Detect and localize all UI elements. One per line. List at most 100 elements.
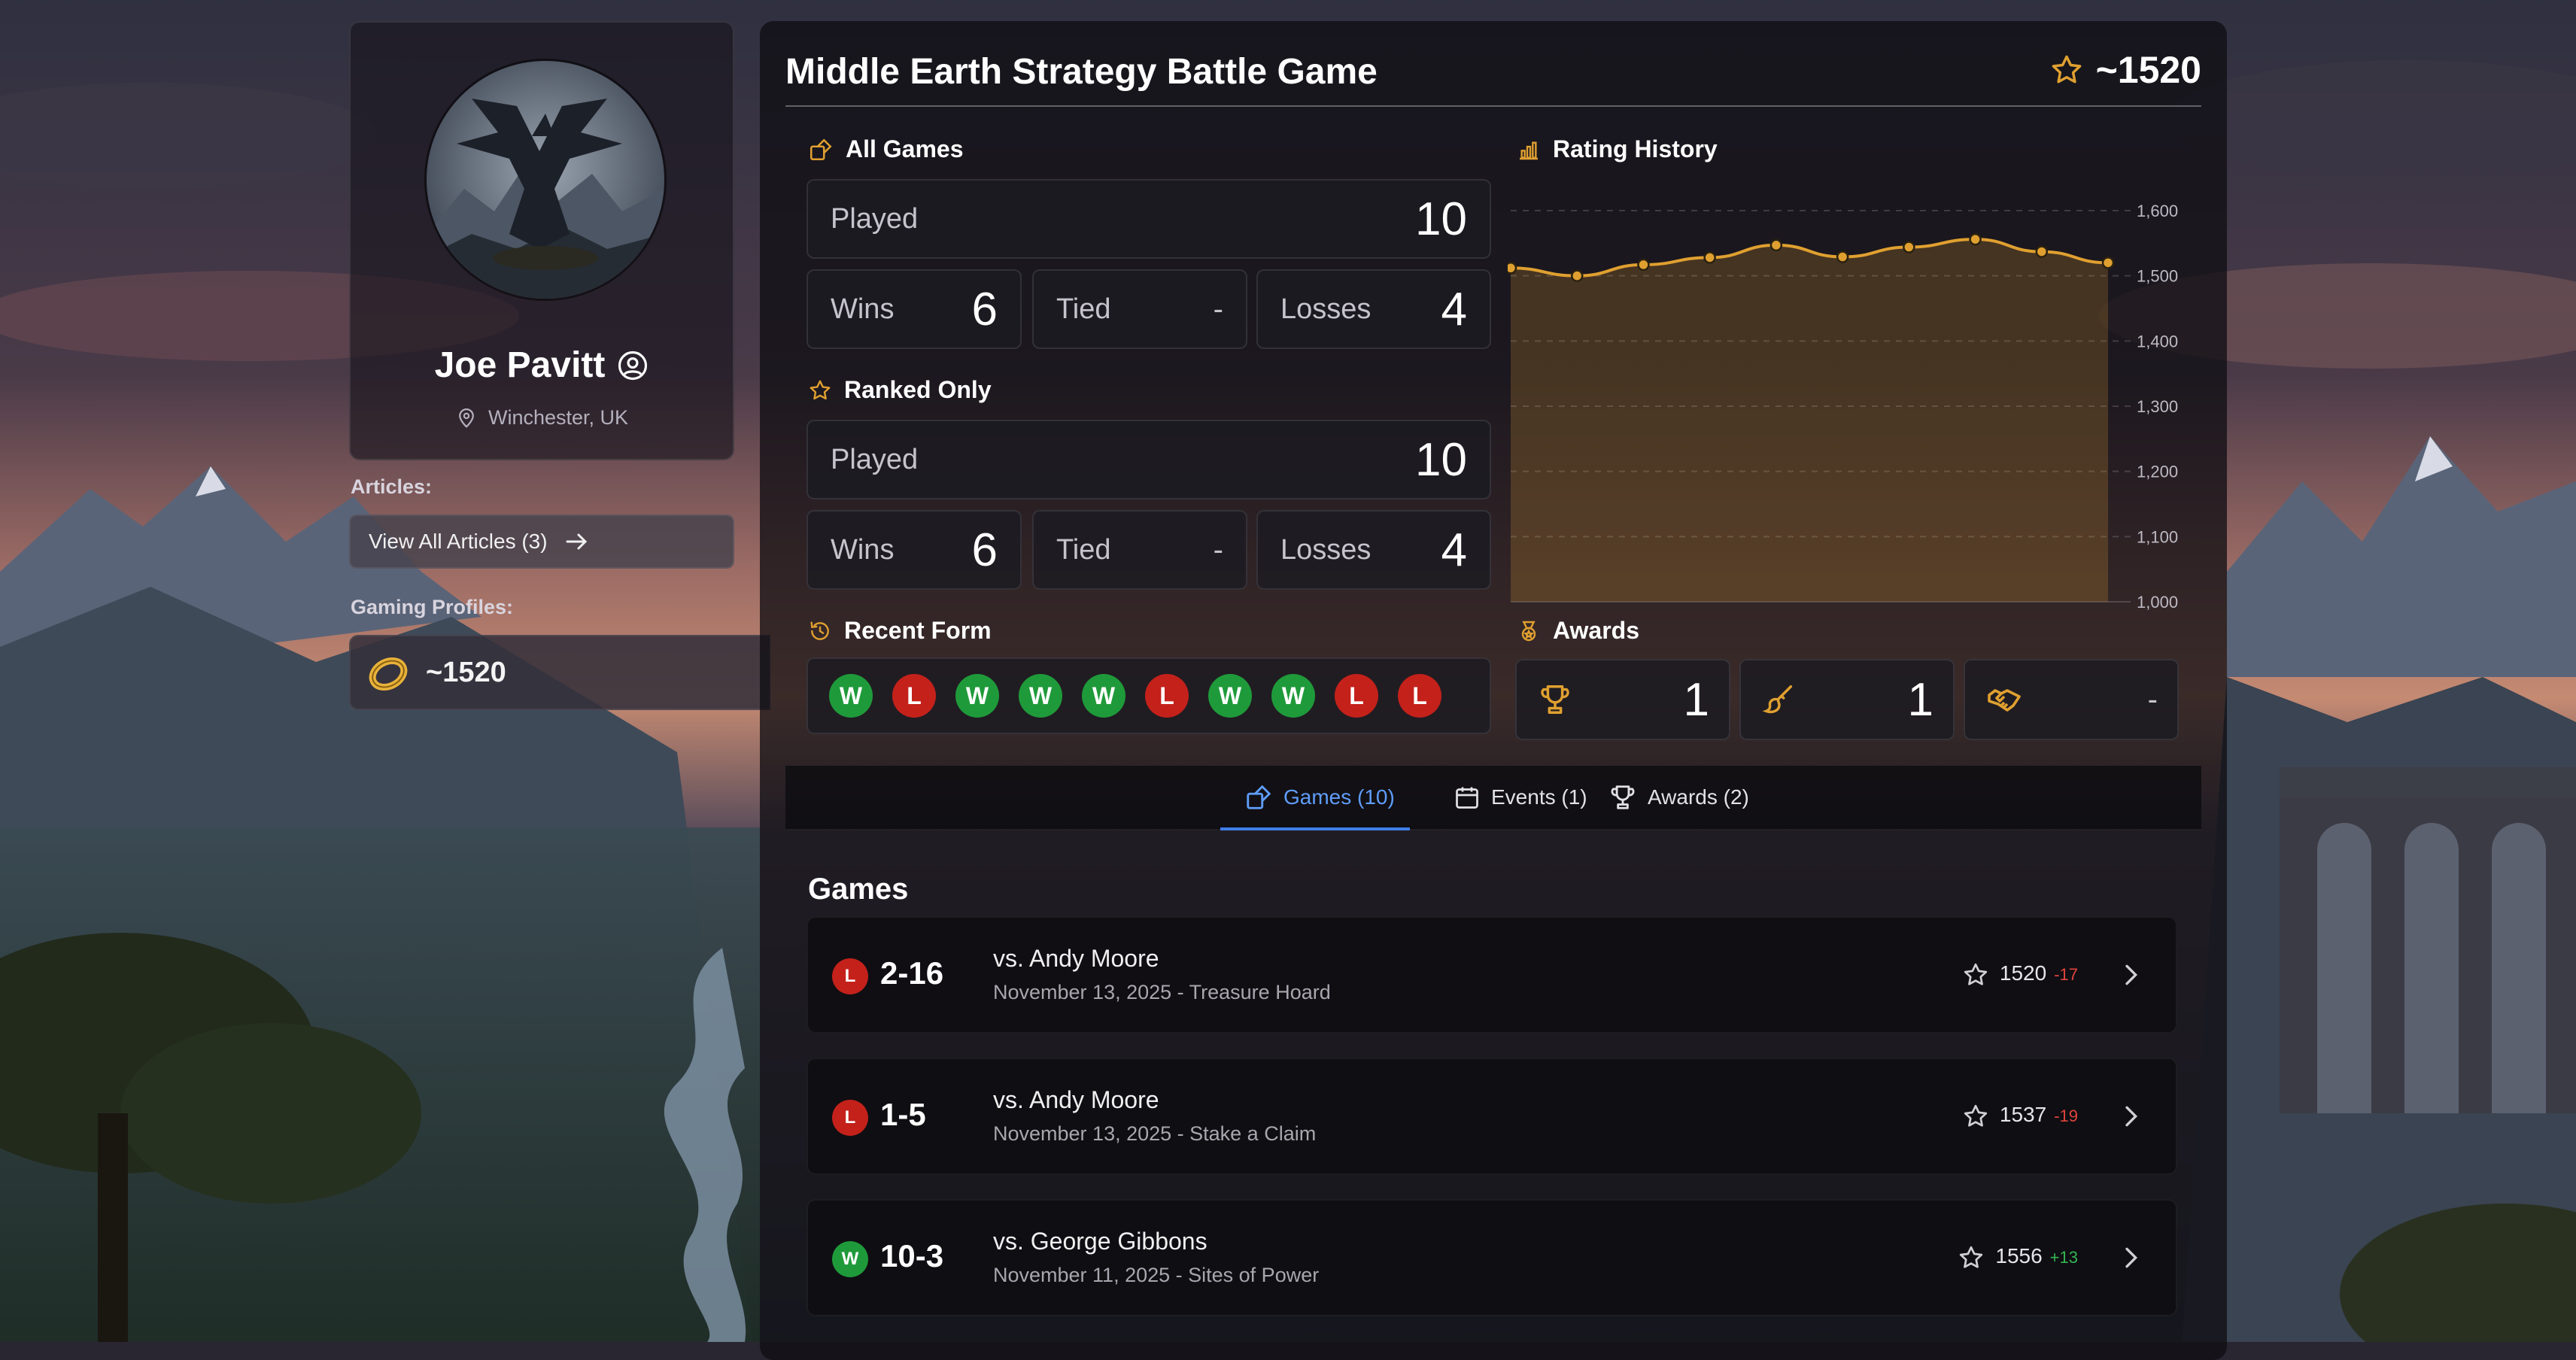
losses-label: Losses bbox=[1280, 293, 1372, 325]
tab-games[interactable]: Games (10) bbox=[1244, 766, 1395, 829]
chart-data-point bbox=[1703, 251, 1716, 264]
game-rating: 1556 +13 bbox=[1958, 1244, 2078, 1271]
game-opponent: vs. Andy Moore bbox=[993, 945, 1159, 972]
chart-data-point bbox=[2101, 257, 2115, 269]
result-badge: L bbox=[832, 958, 868, 994]
tab-bar: Games (10) Events (1) Awards (2) bbox=[785, 766, 2201, 830]
tied-label: Tied bbox=[1056, 293, 1111, 325]
game-rating-value: 1520 bbox=[1999, 961, 2047, 985]
title-divider bbox=[785, 105, 2201, 107]
gaming-profiles-label: Gaming Profiles: bbox=[351, 596, 514, 618]
history-icon bbox=[810, 621, 829, 640]
chart-data-point bbox=[1903, 241, 1915, 253]
gaming-profile-card[interactable]: ~1520 bbox=[349, 635, 770, 710]
articles-label: Articles: bbox=[351, 475, 433, 498]
profile-name-row: Joe Pavitt bbox=[351, 345, 733, 386]
form-result-win: W bbox=[1082, 674, 1125, 718]
played-label: Played bbox=[831, 443, 919, 475]
game-rating-delta: +13 bbox=[2049, 1248, 2078, 1267]
game-rating: 1520 -17 bbox=[1962, 961, 2078, 988]
losses-label: Losses bbox=[1280, 533, 1372, 566]
form-result-loss: L bbox=[1335, 674, 1378, 718]
game-rating-delta: -19 bbox=[2054, 1107, 2078, 1125]
arrow-right-icon bbox=[566, 533, 587, 550]
chart-y-tick-label: 1,400 bbox=[2137, 332, 2178, 351]
chart-y-tick-label: 1,000 bbox=[2137, 593, 2178, 612]
tied-value: - bbox=[1213, 292, 1223, 326]
played-value: 10 bbox=[1415, 433, 1467, 486]
recent-form-heading: Recent Form bbox=[808, 617, 992, 645]
result-badge: L bbox=[832, 1100, 868, 1136]
awards-heading-label: Awards bbox=[1553, 617, 1640, 644]
tied-value: - bbox=[1213, 533, 1223, 566]
tab-events[interactable]: Events (1) bbox=[1454, 766, 1587, 829]
award-sportsmanship-count: - bbox=[2147, 682, 2158, 716]
paintbrush-icon bbox=[1762, 685, 1793, 714]
chart-data-point bbox=[1637, 258, 1650, 272]
bar-chart-icon bbox=[1520, 141, 1538, 159]
rating-history-heading: Rating History bbox=[1517, 135, 1718, 163]
header-rating-value: ~1520 bbox=[2095, 49, 2201, 91]
recent-form-heading-label: Recent Form bbox=[844, 617, 992, 644]
form-result-win: W bbox=[1019, 674, 1062, 718]
game-score: 1-5 bbox=[880, 1097, 926, 1132]
chart-data-point bbox=[1508, 262, 1517, 275]
chart-y-tick-label: 1,500 bbox=[2137, 267, 2178, 286]
map-pin-icon bbox=[459, 408, 474, 428]
chart-data-point bbox=[1570, 269, 1584, 282]
one-ring-icon bbox=[369, 657, 408, 691]
ranked-only-heading-label: Ranked Only bbox=[844, 376, 992, 403]
star-icon bbox=[1964, 963, 1988, 985]
played-label: Played bbox=[831, 202, 919, 235]
chart-data-point bbox=[1769, 238, 1783, 252]
profile-card: Joe Pavitt Winchester, UK bbox=[349, 21, 734, 460]
handshake-icon bbox=[1988, 689, 2021, 712]
chart-data-point bbox=[2035, 245, 2049, 258]
ranked-only-heading: Ranked Only bbox=[808, 376, 992, 404]
view-all-articles-button[interactable]: View All Articles (3) bbox=[349, 515, 734, 569]
rating-history-chart: 1,000 1,100 1,200 1,300 1,400 1,500 1,600 bbox=[1508, 202, 2178, 612]
award-painting-count: 1 bbox=[1907, 673, 1934, 726]
wins-label: Wins bbox=[831, 533, 895, 566]
tied-label: Tied bbox=[1056, 533, 1111, 566]
tab-events-label: Events (1) bbox=[1491, 785, 1587, 809]
tab-games-label: Games (10) bbox=[1283, 785, 1395, 809]
rating-history-heading-label: Rating History bbox=[1553, 135, 1718, 162]
tab-awards[interactable]: Awards (2) bbox=[1608, 766, 1749, 829]
chevron-right-icon[interactable] bbox=[2116, 1101, 2146, 1131]
game-rating-value: 1537 bbox=[1999, 1103, 2047, 1126]
game-row[interactable]: L 1-5 vs. Andy Moore November 13, 2025 -… bbox=[807, 1058, 2177, 1175]
award-painting[interactable]: 1 bbox=[1739, 659, 1955, 740]
profile-location-row: Winchester, UK bbox=[351, 406, 733, 430]
form-result-loss: L bbox=[1398, 674, 1441, 718]
tab-awards-label: Awards (2) bbox=[1648, 785, 1749, 809]
game-meta: November 13, 2025 - Treasure Hoard bbox=[993, 981, 1331, 1003]
avatar[interactable] bbox=[424, 59, 667, 301]
form-result-win: W bbox=[1271, 674, 1315, 718]
form-result-win: W bbox=[829, 674, 873, 718]
chevron-right-icon[interactable] bbox=[2116, 960, 2146, 990]
form-result-win: W bbox=[955, 674, 999, 718]
game-score: 2-16 bbox=[880, 955, 944, 991]
losses-value: 4 bbox=[1441, 283, 1467, 335]
main-panel: Middle Earth Strategy Battle Game ~1520 … bbox=[760, 21, 2227, 1360]
chart-data-point bbox=[1969, 232, 1982, 246]
star-icon bbox=[2052, 55, 2081, 83]
games-icon bbox=[810, 138, 832, 160]
ranked-played: Played 10 bbox=[807, 420, 1491, 499]
medal-icon bbox=[1521, 621, 1536, 641]
game-score: 10-3 bbox=[880, 1238, 944, 1273]
game-rating-value: 1556 bbox=[1995, 1244, 2043, 1267]
awards-heading: Awards bbox=[1517, 617, 1639, 645]
game-row[interactable]: W 10-3 vs. George Gibbons November 11, 2… bbox=[807, 1199, 2177, 1316]
ranked-wins: Wins 6 bbox=[807, 510, 1022, 590]
form-result-win: W bbox=[1208, 674, 1252, 718]
award-trophy[interactable]: 1 bbox=[1515, 659, 1730, 740]
all-games-heading-label: All Games bbox=[846, 135, 964, 162]
game-row[interactable]: L 2-16 vs. Andy Moore November 13, 2025 … bbox=[807, 916, 2177, 1034]
award-sportsmanship[interactable]: - bbox=[1964, 659, 2179, 740]
chevron-right-icon[interactable] bbox=[2116, 1243, 2146, 1273]
game-meta: November 11, 2025 - Sites of Power bbox=[993, 1264, 1320, 1286]
gaming-profile-rating: ~1520 bbox=[426, 656, 506, 688]
played-value: 10 bbox=[1415, 193, 1467, 245]
